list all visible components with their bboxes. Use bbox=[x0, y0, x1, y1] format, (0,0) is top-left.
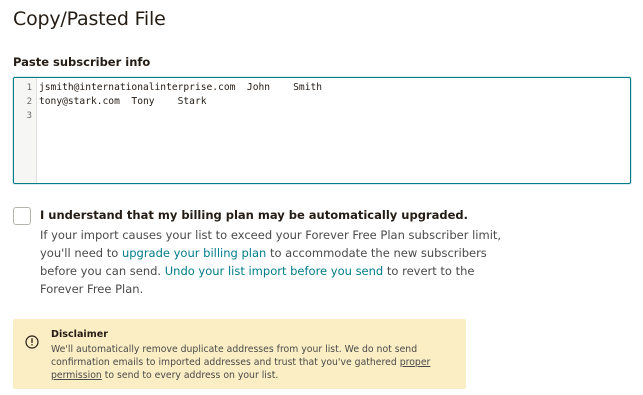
line-number-gutter: 1 2 3 bbox=[14, 78, 37, 183]
editor-line: tony@stark.com Tony Stark bbox=[39, 96, 207, 107]
proper-permission-link[interactable]: permission bbox=[51, 370, 102, 381]
description-line: before you can send. Undo your list impo… bbox=[40, 262, 475, 280]
billing-upgrade-description: If your import causes your list to excee… bbox=[40, 226, 502, 298]
paste-subscriber-label: Paste subscriber info bbox=[13, 55, 151, 69]
description-line: Forever Free Plan. bbox=[40, 282, 144, 296]
billing-upgrade-checkbox[interactable] bbox=[13, 207, 31, 225]
disclaimer-line: confirmation emails to imported addresse… bbox=[51, 356, 430, 369]
editor-line: jsmith@internationalinterprise.com John … bbox=[39, 82, 323, 93]
description-text: before you can send. bbox=[40, 264, 165, 278]
upgrade-billing-plan-link[interactable]: upgrade your billing plan bbox=[122, 246, 266, 260]
disclaimer-title: Disclaimer bbox=[51, 329, 108, 340]
exclamation-circle-icon bbox=[25, 335, 39, 349]
disclaimer-text: confirmation emails to imported addresse… bbox=[51, 357, 400, 368]
disclaimer-banner: Disclaimer We'll automatically remove du… bbox=[13, 319, 466, 389]
description-text: to revert to the bbox=[383, 264, 475, 278]
line-number: 2 bbox=[26, 97, 32, 107]
description-text: you'll need to bbox=[40, 246, 122, 260]
line-number: 1 bbox=[26, 83, 32, 93]
undo-list-import-link[interactable]: Undo your list import before you send bbox=[165, 264, 384, 278]
disclaimer-line: We'll automatically remove duplicate add… bbox=[51, 344, 418, 355]
description-text: to accommodate the new subscribers bbox=[266, 246, 487, 260]
description-line: you'll need to upgrade your billing plan… bbox=[40, 244, 487, 262]
proper-permission-link[interactable]: proper bbox=[400, 357, 431, 368]
disclaimer-body: We'll automatically remove duplicate add… bbox=[51, 343, 430, 382]
disclaimer-line: permission to send to every address on y… bbox=[51, 369, 430, 382]
subscriber-paste-editor[interactable]: 1 2 3 jsmith@internationalinterprise.com… bbox=[13, 77, 631, 184]
disclaimer-text: to send to every address on your list. bbox=[101, 370, 279, 381]
billing-upgrade-label[interactable]: I understand that my billing plan may be… bbox=[40, 208, 468, 222]
page-title: Copy/Pasted File bbox=[13, 8, 166, 30]
line-number: 3 bbox=[26, 111, 32, 121]
description-line: If your import causes your list to excee… bbox=[40, 228, 502, 242]
